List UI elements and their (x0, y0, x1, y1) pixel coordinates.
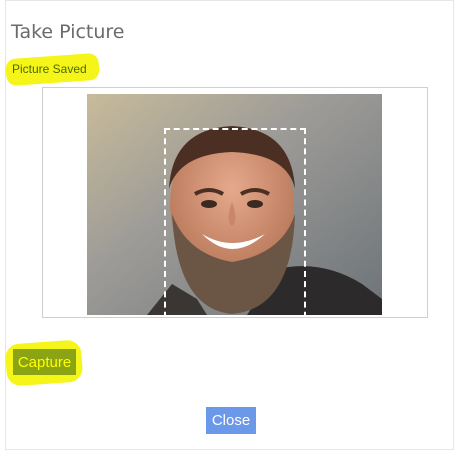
captured-photo (87, 94, 382, 315)
dialog-title: Take Picture (11, 21, 125, 43)
capture-button[interactable]: Capture (13, 349, 76, 375)
camera-preview-frame (42, 87, 428, 318)
status-message: Picture Saved (12, 62, 87, 76)
close-button[interactable]: Close (206, 407, 256, 434)
take-picture-dialog: Take Picture Picture Saved Capture Close (4, 0, 454, 450)
face-detection-box (164, 128, 306, 315)
